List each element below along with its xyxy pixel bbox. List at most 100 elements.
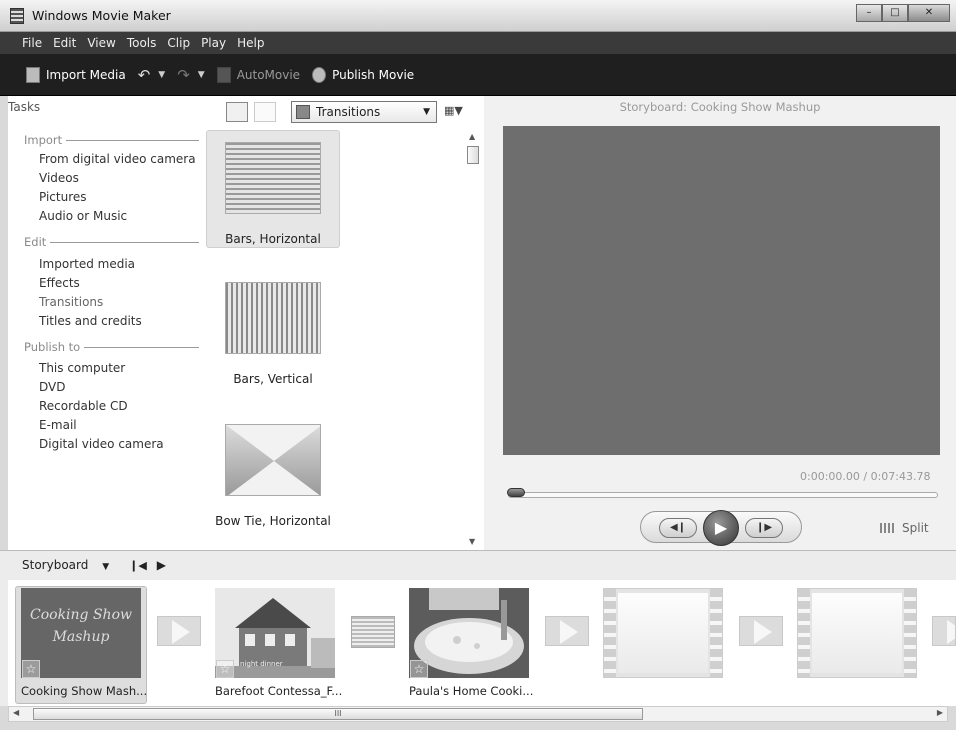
clip-label: Paula's Home Cooki... (409, 684, 534, 698)
section-publish-label: Publish to (24, 340, 81, 354)
transition-slot[interactable] (157, 616, 201, 646)
timecode: 0:00:00.00 / 0:07:43.78 (800, 470, 931, 483)
task-titles-and-credits[interactable]: Titles and credits (39, 314, 142, 328)
storyboard-bar: Storyboard ▼ ❙◀ ▶ (22, 558, 176, 572)
clip-label: Barefoot Contessa_F... (215, 684, 343, 698)
publish-movie-label: Publish Movie (332, 67, 415, 82)
star-icon: ☆ (22, 660, 40, 678)
section-import-label: Import (24, 133, 63, 147)
play-button[interactable]: ▶ (703, 510, 739, 546)
split-button[interactable]: Split (880, 521, 929, 535)
task-effects[interactable]: Effects (39, 276, 80, 290)
collection-dropdown-value: Transitions (316, 105, 381, 119)
window-title: Windows Movie Maker (32, 8, 171, 23)
menu-clip[interactable]: Clip (167, 32, 190, 54)
tasks-toggle-button[interactable] (226, 102, 248, 122)
task-audio-or-music[interactable]: Audio or Music (39, 209, 127, 223)
collection-dropdown[interactable]: Transitions ▼ (291, 101, 437, 123)
undo-dropdown-icon[interactable]: ▼ (158, 70, 165, 80)
task-videos[interactable]: Videos (39, 171, 79, 185)
empty-clip-slot[interactable] (603, 588, 723, 678)
playback-controls: ◀❙ ▶ ❙▶ (640, 510, 802, 546)
menu-help[interactable]: Help (237, 32, 264, 54)
scroll-thumb[interactable] (467, 146, 479, 164)
tasks-header: Tasks (8, 100, 41, 114)
menu-file[interactable]: File (22, 32, 42, 54)
task-recordable-cd[interactable]: Recordable CD (39, 399, 128, 413)
menu-edit[interactable]: Edit (53, 32, 76, 54)
undo-icon[interactable]: ↶ (138, 66, 151, 84)
seek-bar[interactable] (508, 492, 938, 498)
collection-scrollbar[interactable]: ▲ ▼ (465, 130, 481, 548)
clip-label: Cooking Show Mash... (21, 684, 148, 698)
rewind-storyboard-icon[interactable]: ❙◀ (129, 559, 147, 572)
import-media-label: Import Media (46, 67, 126, 82)
section-edit: Edit (24, 235, 199, 249)
redo-dropdown-icon[interactable]: ▼ (198, 70, 205, 80)
menu-bar: File Edit View Tools Clip Play Help (0, 32, 956, 54)
import-media-button[interactable]: Import Media (26, 66, 126, 83)
transition-label: Bow Tie, Horizontal (215, 514, 331, 528)
collections-button[interactable] (254, 102, 276, 122)
storyboard-label: Storyboard (22, 558, 89, 572)
transition-thumbnail (225, 424, 321, 496)
section-edit-label: Edit (24, 235, 47, 249)
scroll-thumb[interactable]: III (33, 708, 643, 720)
task-digital-video-camera[interactable]: Digital video camera (39, 437, 164, 451)
toolbar: Import Media ↶ ▼ ↷ ▼ AutoMovie Publish M… (0, 54, 956, 96)
section-publish: Publish to (24, 340, 199, 354)
section-import: Import (24, 133, 199, 147)
automovie-label: AutoMovie (236, 67, 301, 82)
close-button[interactable]: ✕ (908, 4, 950, 22)
storyboard-scrollbar[interactable]: ◀ III ▶ (8, 706, 948, 722)
bars-horizontal-transition[interactable] (351, 616, 395, 648)
thumbnail-caption: night dinner (240, 660, 283, 668)
empty-clip-slot[interactable] (797, 588, 917, 678)
star-icon: ☆ (216, 660, 234, 678)
scroll-up-icon[interactable]: ▲ (469, 132, 475, 141)
storyboard-view-dropdown[interactable]: Storyboard ▼ (22, 558, 119, 572)
preview-title: Storyboard: Cooking Show Mashup (619, 100, 821, 114)
menu-tools[interactable]: Tools (127, 32, 157, 54)
scroll-right-icon[interactable]: ▶ (937, 708, 943, 717)
transitions-icon (296, 105, 310, 119)
maximize-button[interactable]: □ (882, 4, 908, 22)
task-transitions[interactable]: Transitions (39, 295, 103, 309)
redo-icon[interactable]: ↷ (177, 66, 190, 84)
movie-maker-app-icon (10, 8, 24, 24)
publish-movie-icon (312, 66, 327, 83)
automovie-icon (216, 66, 231, 83)
scroll-left-icon[interactable]: ◀ (13, 708, 19, 717)
task-dvd[interactable]: DVD (39, 380, 65, 394)
chevron-down-icon: ▼ (423, 107, 430, 117)
view-options-icon[interactable]: ▦▼ (444, 104, 463, 117)
task-from-digital-video-camera[interactable]: From digital video camera (39, 152, 196, 166)
previous-frame-button[interactable]: ◀❙ (659, 518, 697, 538)
automovie-button[interactable]: AutoMovie (216, 66, 301, 83)
task-pictures[interactable]: Pictures (39, 190, 87, 204)
minimize-button[interactable]: – (856, 4, 882, 22)
chevron-down-icon: ▼ (102, 562, 110, 572)
transition-label: Bars, Horizontal (225, 232, 321, 246)
title-bar: Windows Movie Maker – □ ✕ (0, 0, 956, 32)
scroll-down-icon[interactable]: ▼ (469, 537, 475, 546)
transition-slot[interactable] (932, 616, 956, 646)
publish-movie-button[interactable]: Publish Movie (312, 66, 415, 83)
menu-view[interactable]: View (87, 32, 115, 54)
preview-monitor (503, 126, 940, 455)
split-icon (880, 523, 896, 533)
task-email[interactable]: E-mail (39, 418, 77, 432)
transition-label: Bars, Vertical (233, 372, 313, 386)
star-icon: ☆ (410, 660, 428, 678)
play-storyboard-icon[interactable]: ▶ (157, 558, 166, 572)
seek-slider-handle[interactable] (507, 488, 525, 497)
transition-slot[interactable] (739, 616, 783, 646)
task-this-computer[interactable]: This computer (39, 361, 125, 375)
menu-play[interactable]: Play (201, 32, 226, 54)
task-imported-media[interactable]: Imported media (39, 257, 135, 271)
next-frame-button[interactable]: ❙▶ (745, 518, 783, 538)
transition-thumbnail (225, 282, 321, 354)
transition-slot[interactable] (545, 616, 589, 646)
transition-thumbnail (225, 142, 321, 214)
import-media-icon (26, 66, 40, 83)
